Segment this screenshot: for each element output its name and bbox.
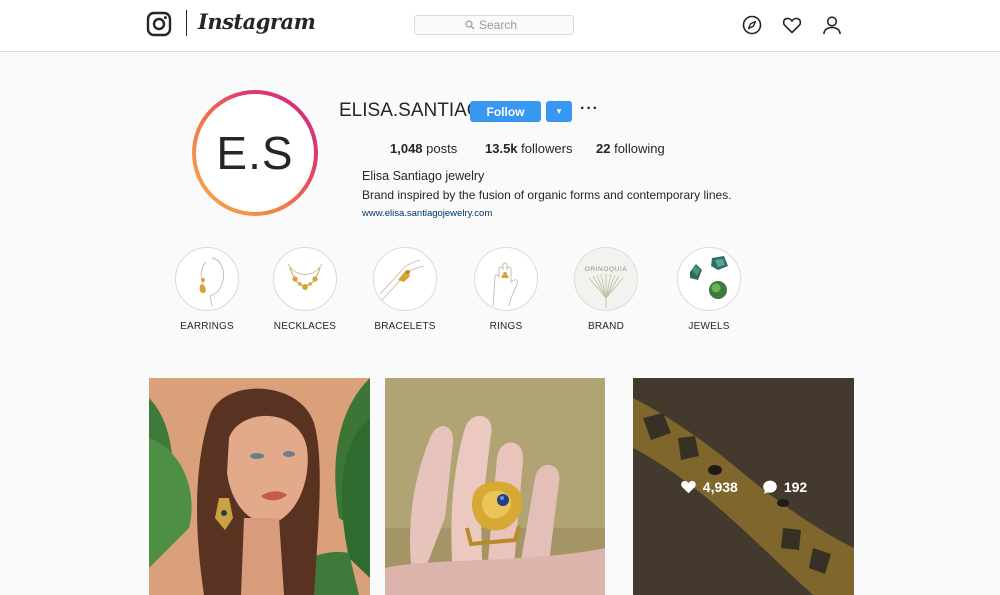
profile-website-link[interactable]: www.elisa.santiagojewelry.com xyxy=(362,208,492,219)
post-image xyxy=(149,378,370,595)
highlight-label: EARRINGS xyxy=(180,321,234,332)
highlight-rings[interactable]: RINGS xyxy=(461,247,551,332)
highlight-jewels[interactable]: JEWELS xyxy=(664,247,754,332)
posts-label: posts xyxy=(426,141,458,156)
brand-logo-text: ORINOQUIA xyxy=(585,266,628,273)
highlight-brand-thumbnail: ORINOQUIA xyxy=(574,247,638,311)
post-gold-bracelet[interactable]: 4,938 192 xyxy=(633,378,854,595)
highlight-label: NECKLACES xyxy=(273,321,337,332)
user-icon[interactable] xyxy=(821,14,843,36)
post-comments: 192 xyxy=(762,479,807,495)
highlight-earrings-thumbnail xyxy=(175,247,239,311)
follow-button[interactable]: Follow xyxy=(470,101,541,122)
heart-icon[interactable] xyxy=(781,14,803,36)
search-icon xyxy=(465,20,475,30)
post-image xyxy=(385,378,605,595)
followers-count: 13.5k xyxy=(485,141,518,156)
following-label: following xyxy=(614,141,665,156)
comment-bubble-icon xyxy=(763,480,777,494)
highlight-bracelets[interactable]: BRACELETS xyxy=(360,247,450,332)
post-comments-count: 192 xyxy=(783,478,808,495)
post-woman-earrings[interactable] xyxy=(149,378,370,595)
post-likes-count: 4,938 xyxy=(702,478,738,495)
profile-full-name: Elisa Santiago jewelry xyxy=(362,169,485,183)
highlight-brand[interactable]: ORINOQUIA BRAND xyxy=(561,247,651,332)
posts-count: 1,048 xyxy=(390,141,423,156)
avatar: E.S xyxy=(196,94,314,212)
post-hover-overlay: 4,938 192 xyxy=(633,378,854,595)
top-navigation-bar: Instagram xyxy=(0,0,1000,52)
highlight-label: BRAND xyxy=(587,321,624,332)
suggested-accounts-dropdown-button[interactable]: ▾ xyxy=(546,101,572,122)
post-likes: 4,938 xyxy=(680,479,738,495)
highlight-earrings[interactable]: EARRINGS xyxy=(162,247,252,332)
following-count: 22 xyxy=(596,141,611,156)
search-box[interactable] xyxy=(414,15,574,35)
highlight-rings-thumbnail xyxy=(474,247,538,311)
heart-filled-icon xyxy=(681,481,696,494)
compass-icon[interactable] xyxy=(741,14,763,36)
avatar-story-ring[interactable]: E.S xyxy=(192,90,318,216)
posts-stat: 1,048 posts xyxy=(390,141,457,156)
followers-label: followers xyxy=(521,141,573,156)
search-input[interactable] xyxy=(479,18,523,32)
following-stat[interactable]: 22 following xyxy=(596,141,665,156)
highlight-bracelets-thumbnail xyxy=(373,247,437,311)
followers-stat[interactable]: 13.5k followers xyxy=(485,141,572,156)
post-hand-ring[interactable] xyxy=(385,378,605,595)
highlight-necklaces[interactable]: NECKLACES xyxy=(260,247,350,332)
highlight-necklaces-thumbnail xyxy=(273,247,337,311)
instagram-logo-icon[interactable] xyxy=(146,11,172,37)
more-options-button[interactable]: ··· xyxy=(580,100,599,118)
highlight-label: JEWELS xyxy=(688,321,730,332)
profile-bio: Brand inspired by the fusion of organic … xyxy=(362,188,732,202)
instagram-wordmark[interactable]: Instagram xyxy=(198,9,316,34)
highlight-jewels-thumbnail xyxy=(677,247,741,311)
logo-divider xyxy=(186,10,187,36)
highlight-label: BRACELETS xyxy=(374,321,436,332)
highlight-label: RINGS xyxy=(489,321,523,332)
